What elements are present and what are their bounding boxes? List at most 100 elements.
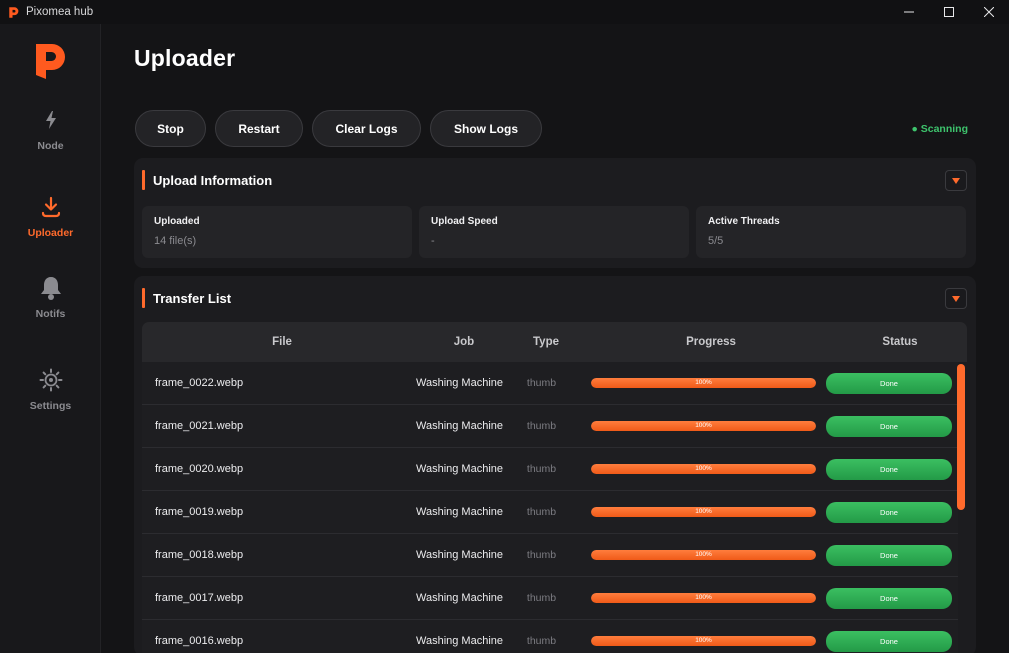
progress-bar: 100% <box>591 550 816 560</box>
progress-bar: 100% <box>591 593 816 603</box>
status-badge: Done <box>826 459 952 480</box>
job-name: Washing Machine <box>415 463 504 475</box>
file-type: thumb <box>526 420 557 432</box>
upload-info-title: Upload Information <box>153 172 273 188</box>
status-badge: Done <box>826 416 952 437</box>
main-content: Uploader Stop Restart Clear Logs Show Lo… <box>101 24 1009 653</box>
transfer-list-panel: Transfer List File Job Type Progress Sta… <box>134 276 976 653</box>
show-logs-button[interactable]: Show Logs <box>430 110 542 147</box>
stat-label: Uploaded <box>154 216 200 227</box>
progress-bar: 100% <box>591 464 816 474</box>
title-bar: Pixomea hub <box>0 0 1009 24</box>
upload-info-panel: Upload Information Uploaded 14 file(s) U… <box>134 158 976 268</box>
app-logo-icon <box>6 5 20 19</box>
close-button[interactable] <box>969 0 1009 24</box>
progress-text: 100% <box>695 422 712 429</box>
sidebar-item-settings[interactable]: Settings <box>0 366 101 412</box>
sidebar-item-notifs[interactable]: Notifs <box>0 274 101 320</box>
file-name: frame_0018.webp <box>155 549 244 561</box>
table-row[interactable]: frame_0017.webp Washing Machine thumb 100% D… <box>142 577 958 620</box>
progress-text: 100% <box>695 508 712 515</box>
stat-value: 14 file(s) <box>154 235 197 247</box>
file-type: thumb <box>526 592 557 604</box>
file-name: frame_0020.webp <box>155 463 244 475</box>
page-title: Uploader <box>134 45 236 71</box>
stat-active-threads: Active Threads 5/5 <box>696 206 966 258</box>
file-name: frame_0019.webp <box>155 506 244 518</box>
table-header: File Job Type Progress Status <box>142 322 967 362</box>
file-type: thumb <box>526 549 557 561</box>
table-row[interactable]: frame_0021.webp Washing Machine thumb 100% D… <box>142 405 958 448</box>
column-header-file[interactable]: File <box>232 322 332 362</box>
caret-down-icon <box>952 295 960 302</box>
job-name: Washing Machine <box>415 635 504 647</box>
progress-bar: 100% <box>591 636 816 646</box>
maximize-icon <box>944 7 954 17</box>
minimize-button[interactable] <box>889 0 929 24</box>
file-name: frame_0016.webp <box>155 635 244 647</box>
table-row[interactable]: frame_0019.webp Washing Machine thumb 100% D… <box>142 491 958 534</box>
job-name: Washing Machine <box>415 506 504 518</box>
bolt-icon <box>0 106 101 134</box>
gear-icon <box>0 366 101 394</box>
pixomea-logo-icon <box>33 41 67 81</box>
file-name: frame_0021.webp <box>155 420 244 432</box>
sidebar: Node Uploader Notifs Settings <box>0 24 101 653</box>
maximize-button[interactable] <box>929 0 969 24</box>
close-icon <box>984 7 994 17</box>
file-type: thumb <box>526 377 557 389</box>
minimize-icon <box>904 11 914 13</box>
accent-bar <box>142 288 145 308</box>
status-badge: Done <box>826 502 952 523</box>
job-name: Washing Machine <box>415 592 504 604</box>
collapse-upload-info-button[interactable] <box>945 170 967 191</box>
table-row[interactable]: frame_0020.webp Washing Machine thumb 100% D… <box>142 448 958 491</box>
progress-text: 100% <box>695 551 712 558</box>
status-badge: Done <box>826 373 952 394</box>
column-header-job[interactable]: Job <box>414 322 514 362</box>
progress-text: 100% <box>695 637 712 644</box>
bell-icon <box>0 274 101 302</box>
sidebar-item-label: Node <box>37 140 64 152</box>
job-name: Washing Machine <box>415 420 504 432</box>
progress-bar: 100% <box>591 421 816 431</box>
file-name: frame_0022.webp <box>155 377 244 389</box>
progress-bar: 100% <box>591 507 816 517</box>
stat-label: Upload Speed <box>431 216 498 227</box>
stat-value: 5/5 <box>708 235 724 247</box>
table-row[interactable]: frame_0018.webp Washing Machine thumb 100% D… <box>142 534 958 577</box>
progress-bar: 100% <box>591 378 816 388</box>
sidebar-item-label: Notifs <box>35 308 66 320</box>
status-badge: Done <box>826 588 952 609</box>
stat-value: - <box>431 235 435 247</box>
file-type: thumb <box>526 463 557 475</box>
stat-uploaded: Uploaded 14 file(s) <box>142 206 412 258</box>
caret-down-icon <box>952 177 960 184</box>
progress-text: 100% <box>695 465 712 472</box>
column-header-status[interactable]: Status <box>850 322 950 362</box>
stat-upload-speed: Upload Speed - <box>419 206 689 258</box>
stop-button[interactable]: Stop <box>135 110 206 147</box>
window-title: Pixomea hub <box>26 6 94 18</box>
job-name: Washing Machine <box>415 377 504 389</box>
collapse-transfer-list-button[interactable] <box>945 288 967 309</box>
column-header-type[interactable]: Type <box>522 322 570 362</box>
status-badge: Done <box>826 545 952 566</box>
sidebar-item-node[interactable]: Node <box>0 106 101 152</box>
job-name: Washing Machine <box>415 549 504 561</box>
download-icon <box>0 193 101 221</box>
sidebar-item-label: Settings <box>29 400 72 412</box>
table-row[interactable]: frame_0022.webp Washing Machine thumb 100% D… <box>142 362 958 405</box>
stat-label: Active Threads <box>708 216 780 227</box>
accent-bar <box>142 170 145 190</box>
sidebar-item-uploader[interactable]: Uploader <box>0 193 101 239</box>
transfer-list-scrollbar[interactable] <box>957 364 965 510</box>
column-header-progress[interactable]: Progress <box>661 322 761 362</box>
progress-text: 100% <box>695 379 712 386</box>
restart-button[interactable]: Restart <box>215 110 303 147</box>
file-name: frame_0017.webp <box>155 592 244 604</box>
scanning-status: ● Scanning <box>911 123 968 135</box>
file-type: thumb <box>526 506 557 518</box>
clear-logs-button[interactable]: Clear Logs <box>312 110 421 147</box>
table-row[interactable]: frame_0016.webp Washing Machine thumb 100% D… <box>142 620 958 653</box>
